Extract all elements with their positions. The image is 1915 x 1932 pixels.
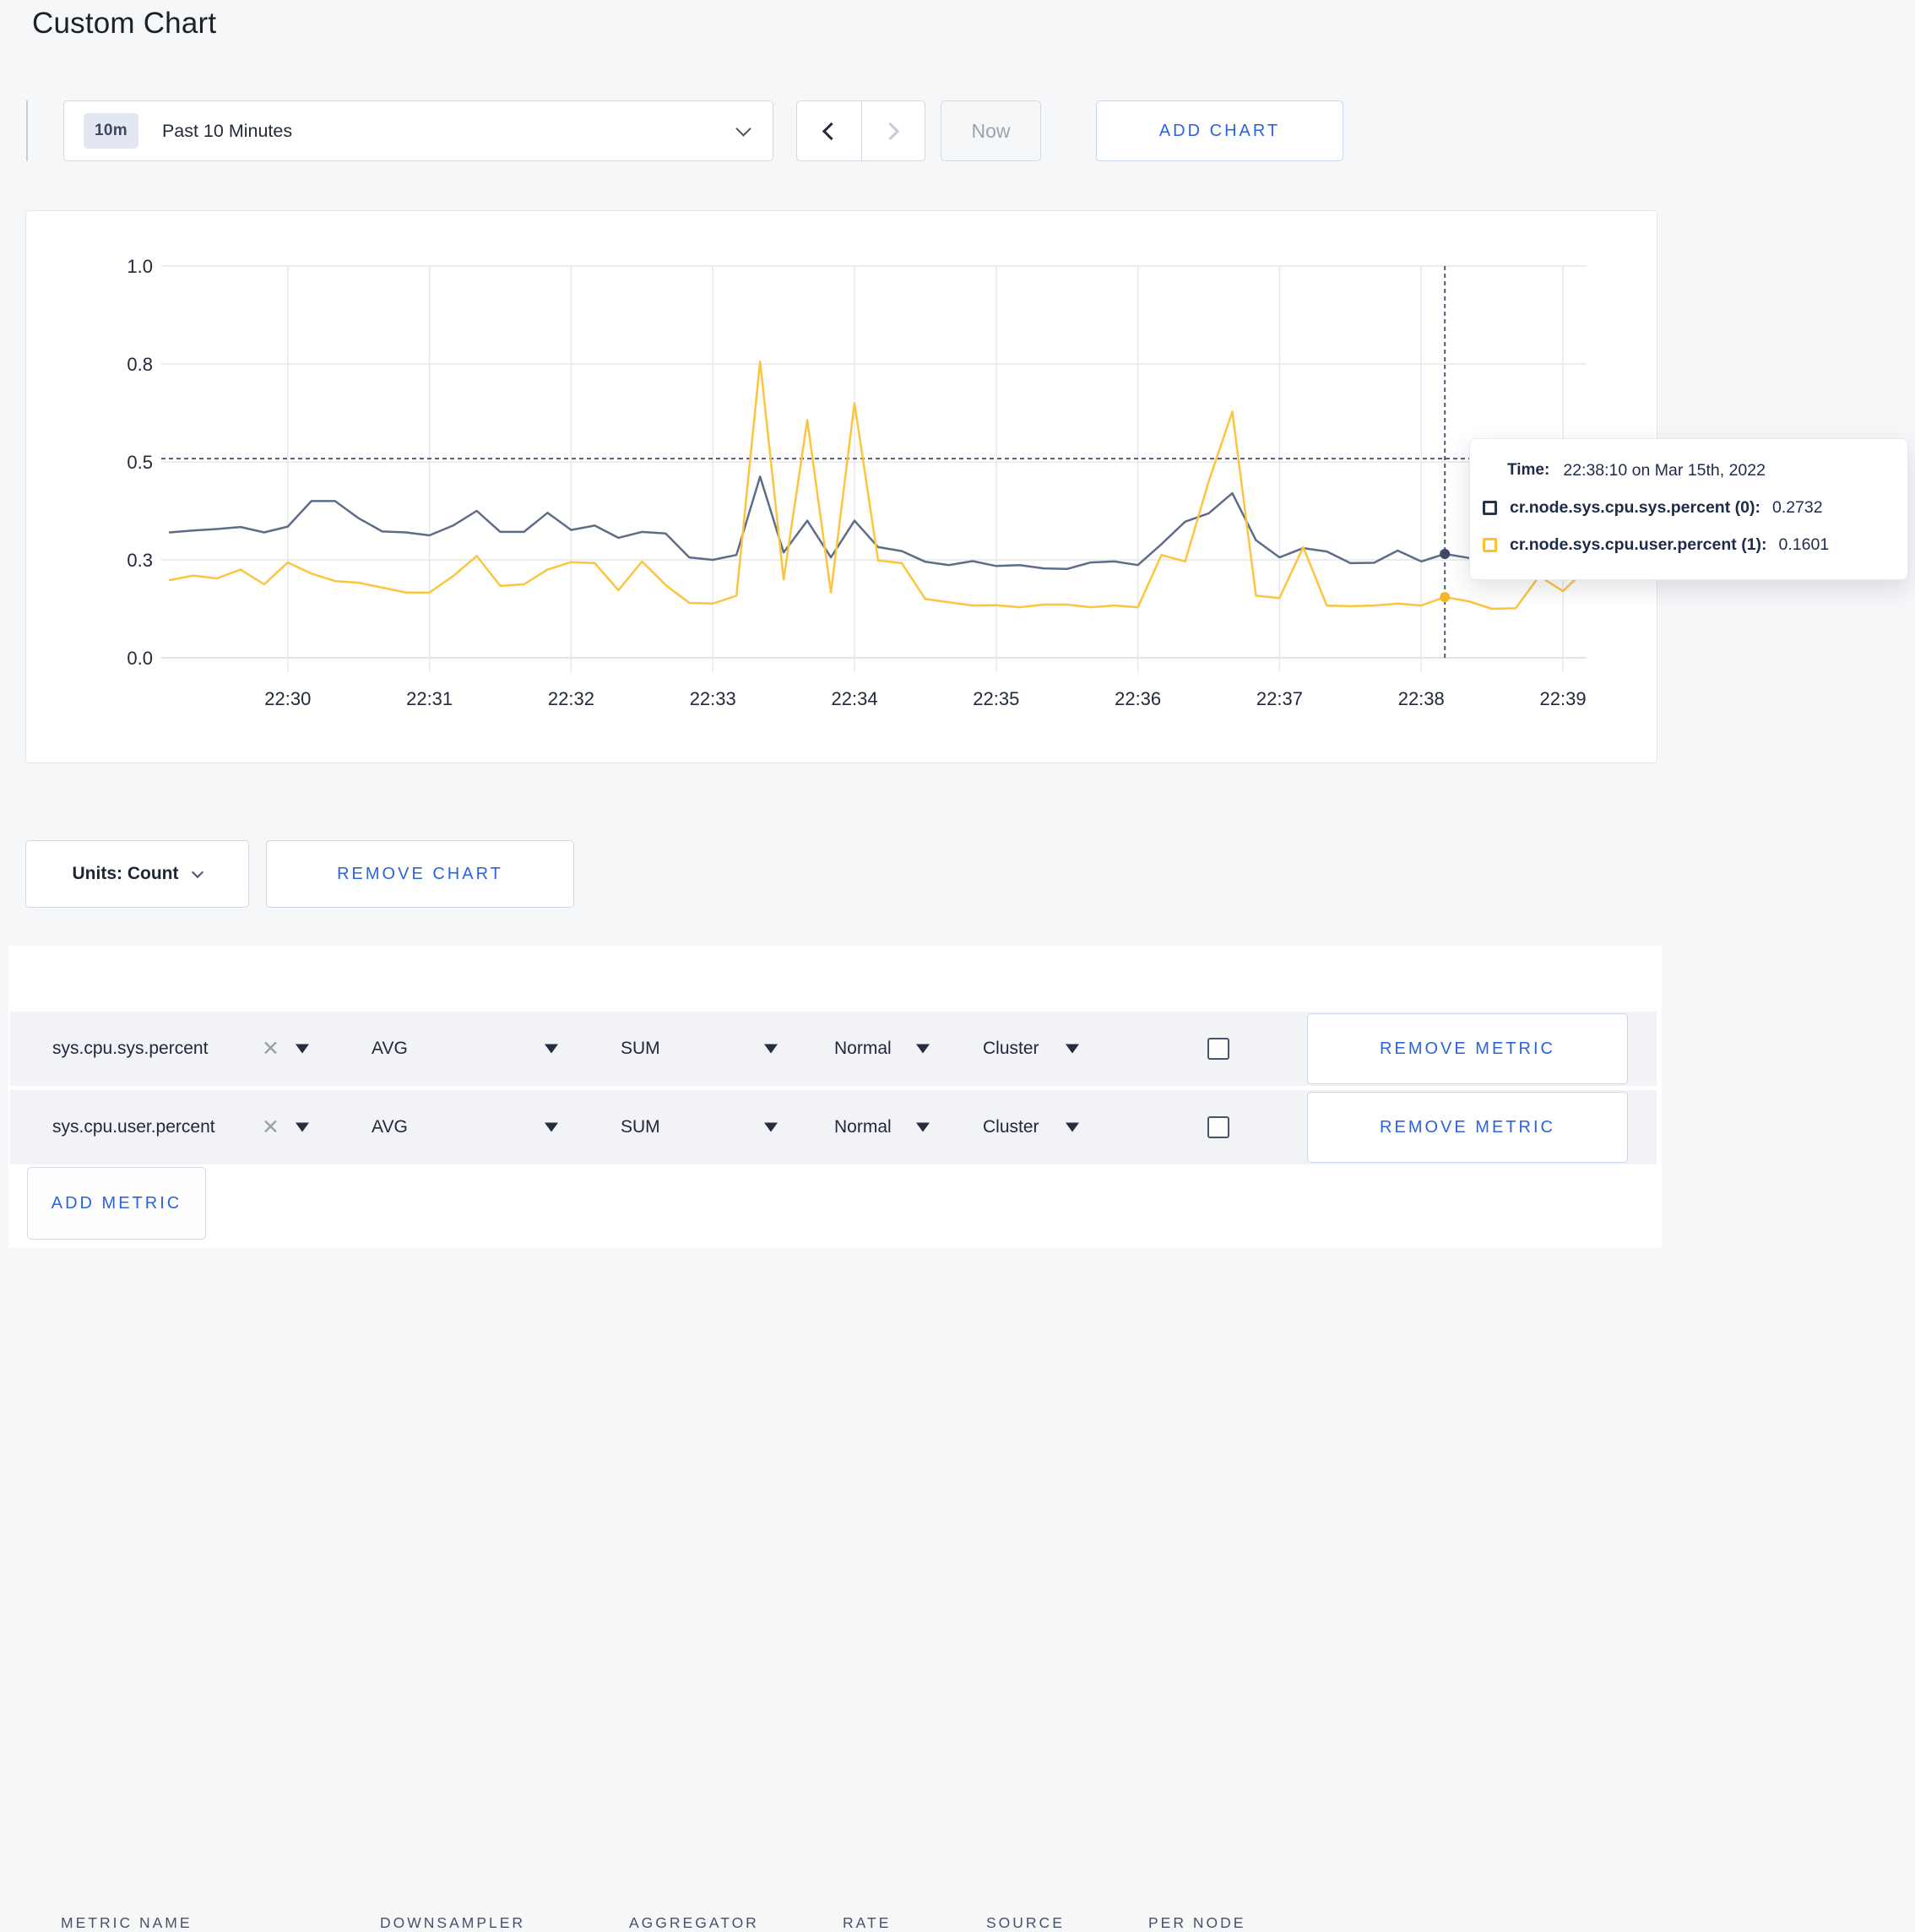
tooltip-series-row: cr.node.sys.cpu.user.percent (1): 0.1601 [1480, 532, 1891, 557]
svg-text:22:34: 22:34 [832, 688, 878, 709]
svg-text:22:36: 22:36 [1115, 688, 1161, 709]
time-pager [796, 100, 925, 161]
remove-metric-button[interactable]: REMOVE METRIC [1307, 1013, 1628, 1084]
metric-name-value[interactable]: sys.cpu.user.percent [52, 1117, 215, 1137]
caret-down-icon[interactable] [1066, 1044, 1079, 1054]
chart-tooltip: Time: 22:38:10 on Mar 15th, 2022 cr.node… [1469, 438, 1908, 580]
svg-text:22:35: 22:35 [973, 688, 1019, 709]
page-title: Custom Chart [32, 7, 217, 40]
aggregator-select[interactable]: SUM [621, 1117, 660, 1137]
caret-down-icon[interactable] [764, 1044, 778, 1054]
chart-panel[interactable]: 0.0 0.3 0.5 0.8 1.0 22:30 22:31 22:32 22:33 22:34… [25, 210, 1657, 763]
caret-down-icon[interactable] [296, 1122, 309, 1132]
add-metric-button[interactable]: ADD METRIC [27, 1167, 206, 1240]
time-range-badge: 10m [84, 113, 138, 149]
svg-text:22:33: 22:33 [690, 688, 736, 709]
aggregator-select[interactable]: SUM [621, 1039, 660, 1059]
tooltip-series-value: 0.1601 [1778, 535, 1830, 554]
downsampler-select[interactable]: AVG [372, 1039, 408, 1059]
svg-text:22:39: 22:39 [1540, 688, 1587, 709]
svg-text:22:31: 22:31 [406, 688, 453, 709]
tooltip-time-label: Time: [1507, 461, 1550, 479]
caret-down-icon[interactable] [1066, 1122, 1079, 1132]
tooltip-series-label: cr.node.sys.cpu.sys.percent (0): [1510, 497, 1760, 517]
column-header-downsampler: DOWNSAMPLER [380, 1914, 526, 1931]
column-header-metric-name: METRIC NAME [61, 1914, 193, 1931]
svg-text:0.8: 0.8 [127, 354, 153, 375]
per-node-checkbox[interactable] [1207, 1038, 1229, 1060]
tooltip-time-value: 22:38:10 on Mar 15th, 2022 [1563, 460, 1766, 480]
svg-text:0.0: 0.0 [127, 648, 153, 669]
source-select[interactable]: Cluster [983, 1117, 1039, 1137]
rate-select[interactable]: Normal [834, 1039, 892, 1059]
caret-down-icon[interactable] [545, 1044, 558, 1054]
time-prev-button[interactable] [797, 101, 861, 160]
rate-select[interactable]: Normal [834, 1117, 892, 1137]
remove-chart-button[interactable]: REMOVE CHART [266, 840, 574, 908]
svg-text:1.0: 1.0 [127, 256, 153, 277]
chevron-down-icon [192, 866, 204, 879]
units-select[interactable]: Units: Count [25, 840, 249, 908]
add-chart-button[interactable]: ADD CHART [1096, 100, 1343, 161]
caret-down-icon[interactable] [764, 1122, 778, 1132]
time-next-button[interactable] [860, 101, 925, 160]
column-header-source: SOURCE [986, 1914, 1065, 1931]
caret-down-icon[interactable] [545, 1122, 558, 1132]
sys-series-swatch-icon [1483, 500, 1497, 515]
source-select[interactable]: Cluster [983, 1039, 1039, 1059]
svg-text:0.5: 0.5 [127, 452, 153, 473]
caret-down-icon[interactable] [916, 1122, 930, 1132]
time-range-select[interactable]: 10m Past 10 Minutes [63, 100, 773, 161]
caret-down-icon[interactable] [916, 1044, 930, 1054]
x-icon[interactable]: ✕ [262, 1115, 279, 1140]
tooltip-time-row: Time: 22:38:10 on Mar 15th, 2022 [1480, 458, 1891, 483]
per-node-checkbox[interactable] [1207, 1116, 1229, 1138]
svg-text:22:30: 22:30 [264, 688, 311, 709]
svg-text:22:32: 22:32 [548, 688, 594, 709]
metric-name-value[interactable]: sys.cpu.sys.percent [52, 1039, 208, 1059]
tooltip-series-value: 0.2732 [1771, 497, 1823, 517]
tooltip-series-label: cr.node.sys.cpu.user.percent (1): [1510, 535, 1767, 554]
now-button[interactable]: Now [941, 100, 1041, 161]
column-header-rate: RATE [843, 1914, 892, 1931]
time-range-label: Past 10 Minutes [161, 120, 293, 141]
user-series-swatch-icon [1483, 537, 1497, 552]
line-chart: 0.0 0.3 0.5 0.8 1.0 22:30 22:31 22:32 22:33 22:34… [127, 256, 1588, 709]
svg-text:22:37: 22:37 [1256, 688, 1303, 709]
toolbar-divider [26, 100, 28, 161]
svg-text:0.3: 0.3 [127, 550, 153, 571]
column-header-aggregator: AGGREGATOR [629, 1914, 759, 1931]
column-header-per-node: PER NODE [1148, 1914, 1246, 1931]
chevron-left-icon [822, 122, 841, 140]
units-label: Units: Count [72, 864, 179, 883]
x-icon[interactable]: ✕ [262, 1036, 279, 1061]
chevron-down-icon [735, 120, 751, 137]
svg-text:22:38: 22:38 [1398, 688, 1445, 709]
caret-down-icon[interactable] [296, 1044, 309, 1054]
remove-metric-button[interactable]: REMOVE METRIC [1307, 1092, 1628, 1163]
chevron-right-icon [882, 122, 900, 140]
downsampler-select[interactable]: AVG [372, 1117, 408, 1137]
tooltip-series-row: cr.node.sys.cpu.sys.percent (0): 0.2732 [1480, 495, 1891, 520]
